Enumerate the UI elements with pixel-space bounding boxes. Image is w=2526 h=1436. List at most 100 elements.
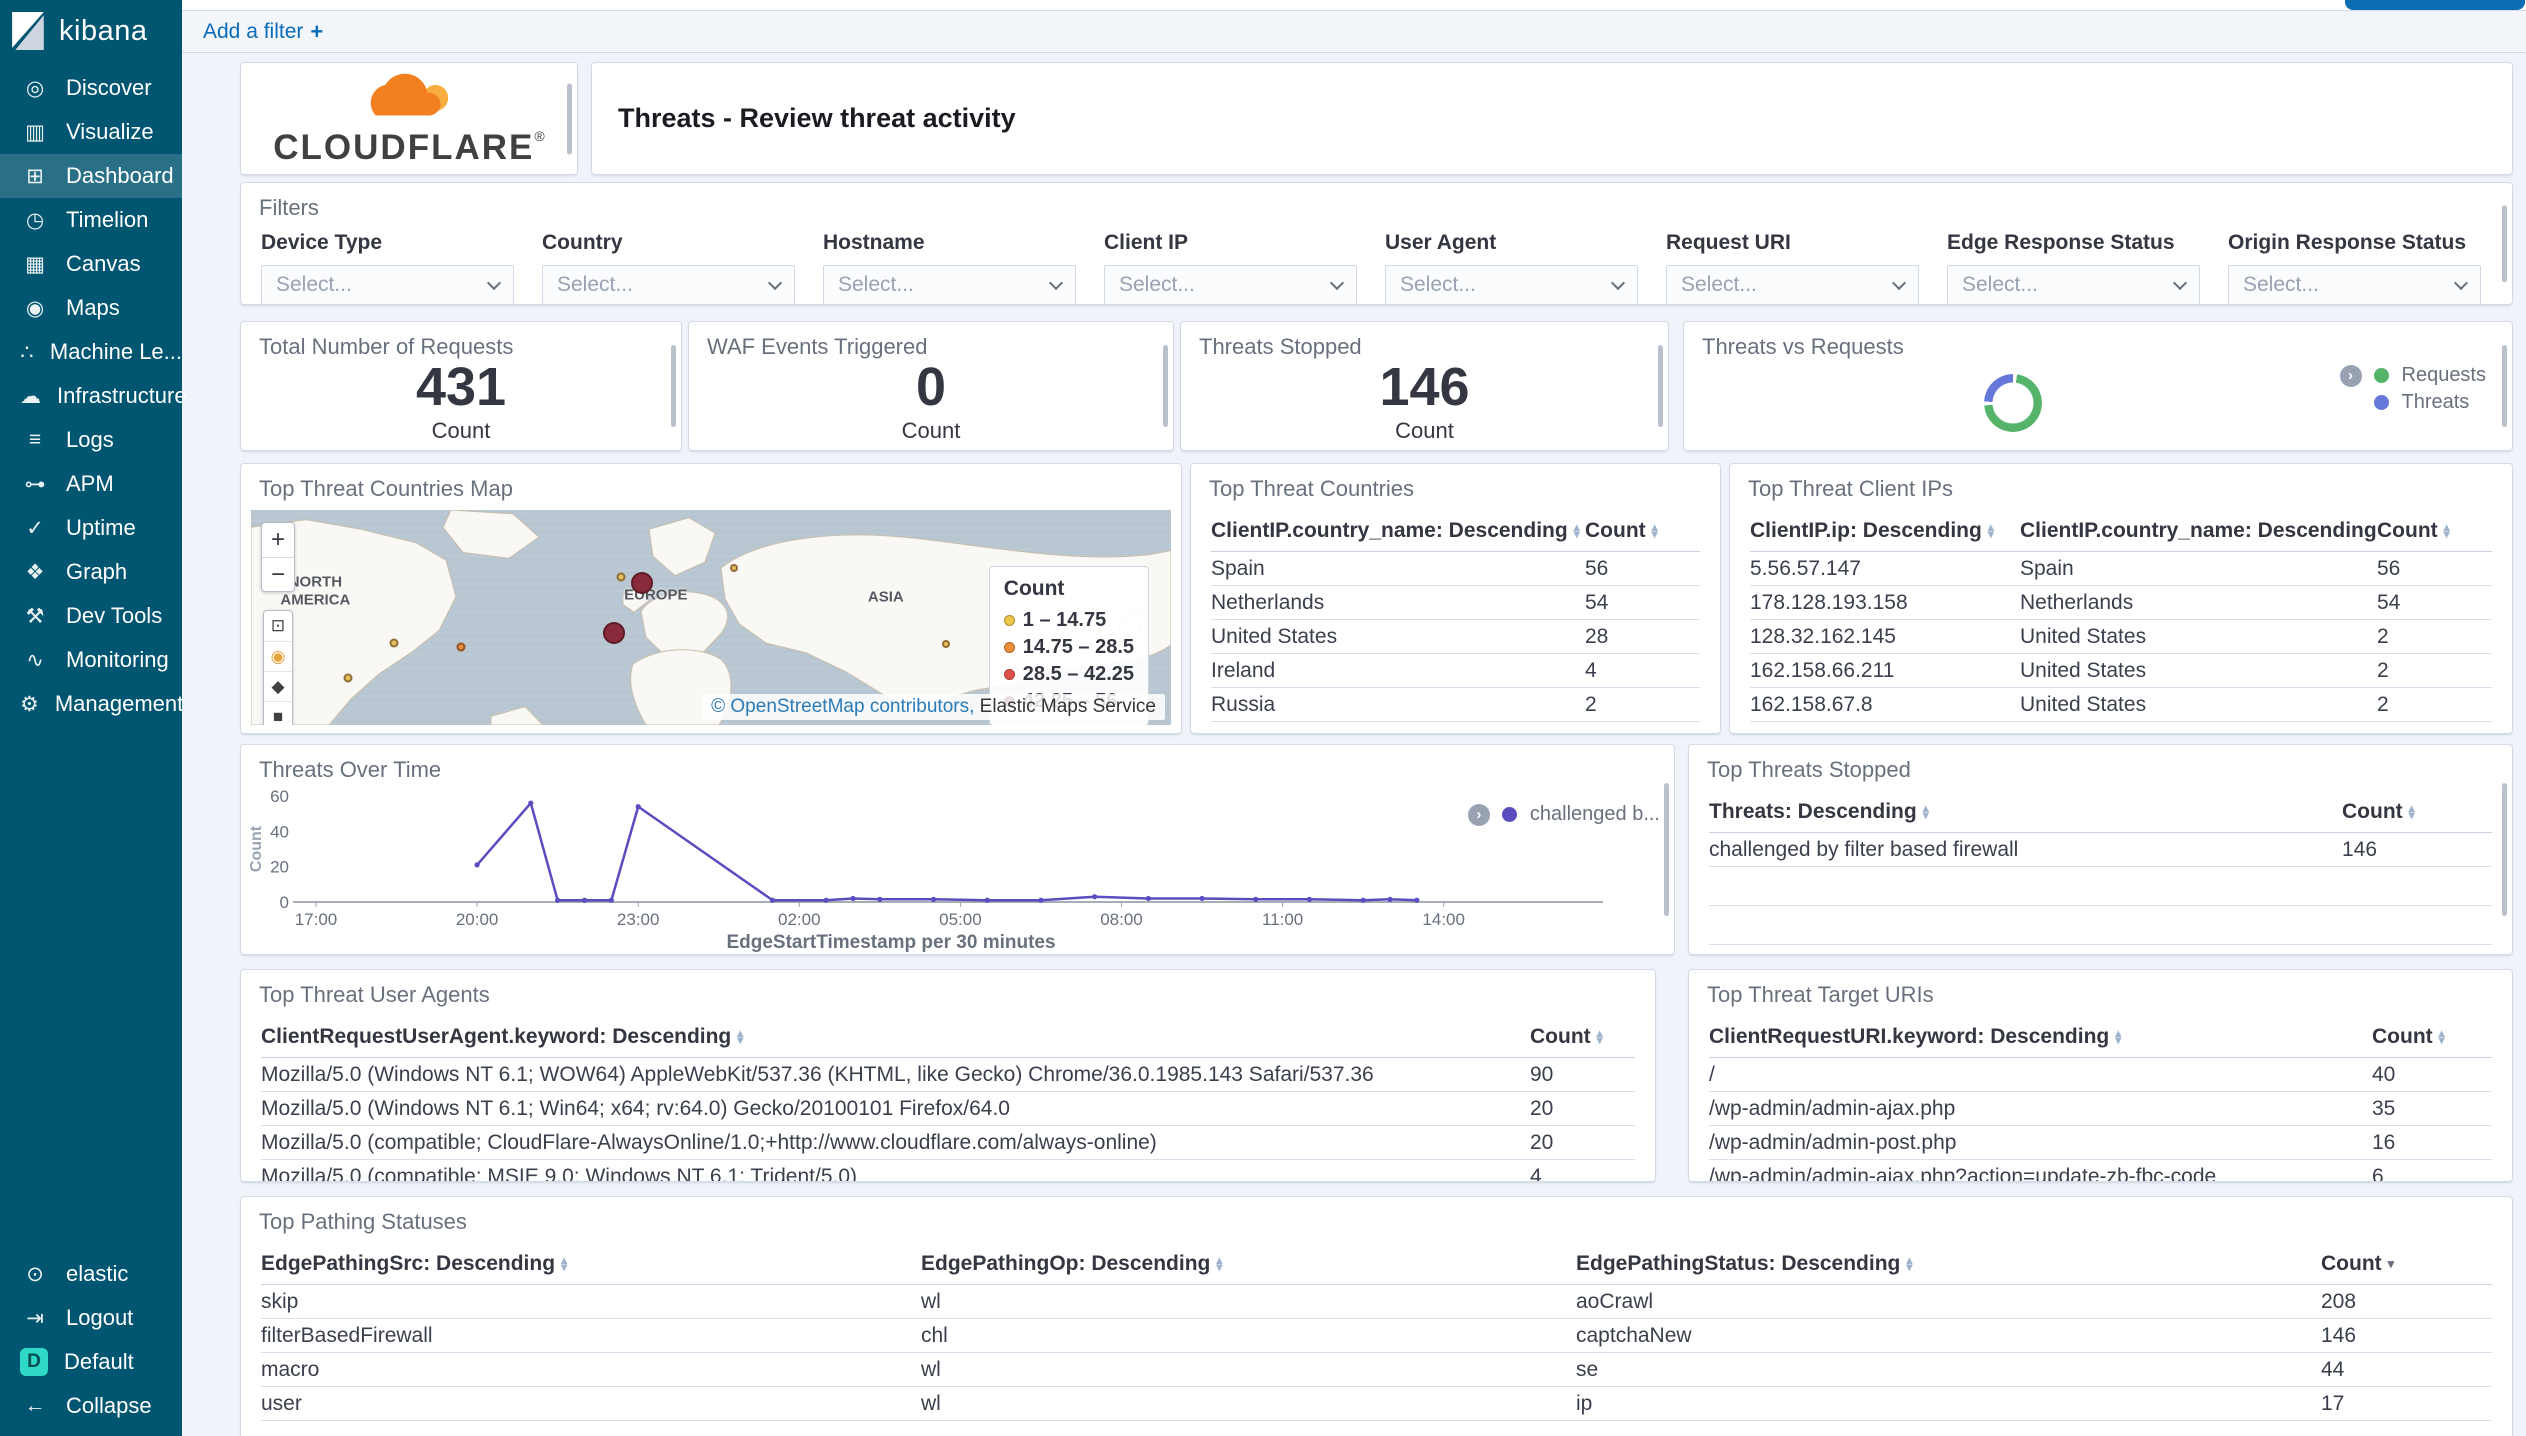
table-cell: /wp-admin/admin-ajax.php (1709, 1096, 1956, 1120)
column-header[interactable]: ClientIP.country_name: Descending▴▾ (1211, 519, 1585, 543)
select-placeholder: Select... (1681, 273, 1757, 296)
filters-panel: Filters Device Type Select... Country Selec… (240, 182, 2513, 305)
check-icon: ✓ (26, 516, 44, 540)
table-header-row: ClientIP.country_name: Descending ▴ ▾ Count… (1211, 510, 1700, 552)
map-data-marker[interactable] (730, 564, 738, 573)
add-filter-button[interactable]: Add a filter + (203, 19, 323, 45)
map-data-marker[interactable] (343, 673, 353, 683)
table-cell: 2 (1585, 692, 1597, 716)
column-header[interactable]: ClientRequestURI.keyword: Descending ▴ ▾ (1709, 1025, 2372, 1049)
column-header[interactable]: ClientRequestUserAgent.keyword: Descendi… (261, 1025, 1530, 1049)
column-header[interactable]: EdgePathingSrc: Descending ▴ ▾ (261, 1252, 921, 1276)
zoom-out-button[interactable]: − (262, 557, 294, 591)
table-cell: United States (2020, 658, 2147, 682)
map-data-marker[interactable] (603, 621, 626, 644)
sidebar-item-logs[interactable]: ≡ Logs (0, 418, 182, 462)
column-header[interactable]: Threats: Descending ▴ ▾ (1709, 800, 2342, 824)
top-threat-client-ips-panel: Top Threat Client IPs ClientIP.ip: Desce… (1729, 463, 2513, 734)
svg-text:Count: Count (248, 825, 265, 872)
map-data-marker[interactable] (389, 638, 399, 648)
legend-label[interactable]: Threats (2402, 391, 2487, 414)
panel-scrollbar[interactable] (2502, 782, 2507, 917)
bounds-tool-icon[interactable]: ⊡ (264, 611, 292, 641)
filter-select-user-agent[interactable]: Select... (1385, 265, 1638, 304)
column-header[interactable]: Count ▴ ▾ (2372, 1025, 2492, 1049)
rectangle-tool-icon[interactable]: ■ (264, 701, 292, 725)
map-data-marker[interactable] (456, 642, 466, 652)
filter-select-request-uri[interactable]: Select... (1666, 265, 1919, 304)
legend-expand-icon[interactable]: › (2339, 364, 2362, 387)
table-cell: United States (1211, 624, 1338, 648)
sidebar-item-canvas[interactable]: ▦ Canvas (0, 242, 182, 286)
clock-icon: ◷ (25, 208, 45, 232)
openstreetmap-link[interactable]: © OpenStreetMap contributors, (711, 696, 974, 717)
table-row: filterBasedFirewall chl captchaNew 146 (261, 1319, 2492, 1353)
table-cell: 90 (1530, 1062, 1554, 1086)
sidebar-item-uptime[interactable]: ✓ Uptime (0, 506, 182, 550)
column-header[interactable]: Count ▾ (2321, 1252, 2492, 1276)
map-canvas[interactable]: NORTH AMERICA EUROPE ASIA + − ⊡ ◉ ◆ ■ Count 1… (251, 510, 1171, 725)
filter-select-origin-response-status[interactable]: Select... (2228, 265, 2481, 304)
table-cell: Russia (1211, 692, 1276, 716)
empty-table-row (1709, 867, 2492, 906)
threats-vs-requests-donut[interactable] (1984, 374, 2042, 432)
sidebar-item-timelion[interactable]: ◷ Timelion (0, 198, 182, 242)
filter-select-client-ip[interactable]: Select... (1104, 265, 1357, 304)
kibana-logo[interactable]: kibana (0, 0, 182, 66)
sidebar-item-collapse[interactable]: ← Collapse (0, 1384, 182, 1428)
filter-select-edge-response-status[interactable]: Select... (1947, 265, 2200, 304)
filter-select-country[interactable]: Select... (542, 265, 795, 304)
cloudflare-wordmark: CLOUDFLARE (273, 127, 535, 167)
sidebar-item-dashboard[interactable]: ⊞ Dashboard (0, 154, 182, 198)
legend-expand-icon[interactable]: › (1467, 803, 1490, 826)
marker-tool-icon[interactable]: ◉ (264, 641, 292, 671)
legend-range-dot (1003, 615, 1015, 626)
filter-group-device-type: Device Type Select... (261, 231, 514, 304)
sidebar-item-apm[interactable]: ⊶ APM (0, 462, 182, 506)
panel-scrollbar[interactable] (1658, 345, 1663, 427)
sidebar-item-label: elastic (66, 1261, 129, 1286)
update-button-fragment[interactable] (2345, 0, 2525, 10)
legend-series-label[interactable]: challenged b... (1530, 803, 1660, 826)
filter-select-device-type[interactable]: Select... (261, 265, 514, 304)
sidebar-item-infrastructure[interactable]: ☁ Infrastructure (0, 374, 187, 418)
column-header[interactable]: Count ▴ ▾ (1530, 1025, 1635, 1049)
map-data-marker[interactable] (616, 572, 626, 582)
sidebar-item-monitoring[interactable]: ∿ Monitoring (0, 638, 182, 682)
map-data-marker[interactable] (941, 640, 950, 649)
legend-label[interactable]: Requests (2402, 364, 2487, 387)
column-header[interactable]: ClientIP.ip: Descending ▴ ▾ (1750, 519, 2020, 543)
table-cell: Mozilla/5.0 (compatible; MSIE 9.0; Windo… (261, 1164, 858, 1182)
sidebar-item-dev-tools[interactable]: ⚒ Dev Tools (0, 594, 182, 638)
column-header[interactable]: EdgePathingStatus: Descending ▴ ▾ (1576, 1252, 2321, 1276)
sidebar-item-machine-le[interactable]: ∴ Machine Le... (0, 330, 182, 374)
column-header[interactable]: ClientIP.country_name: Descending▴▾ (2020, 519, 2377, 543)
pathing-statuses-table: EdgePathingSrc: Descending ▴ ▾ EdgePathingO… (241, 1243, 2512, 1436)
sidebar-item-discover[interactable]: ◎ Discover (0, 66, 182, 110)
sidebar-item-logout[interactable]: ⇥ Logout (0, 1296, 182, 1340)
panel-scrollbar[interactable] (671, 345, 676, 427)
cloudflare-cloud-icon (370, 73, 449, 115)
column-header[interactable]: Count ▴ ▾ (2342, 800, 2492, 824)
sidebar-item-maps[interactable]: ◉ Maps (0, 286, 182, 330)
column-header[interactable]: Count ▴ ▾ (1585, 519, 1700, 543)
sidebar-item-visualize[interactable]: ▥ Visualize (0, 110, 182, 154)
svg-text:23:00: 23:00 (617, 910, 660, 929)
panel-scrollbar[interactable] (2502, 345, 2507, 427)
column-header[interactable]: EdgePathingOp: Descending ▴ ▾ (921, 1252, 1576, 1276)
metric-waf-events: WAF Events Triggered 0 Count (688, 321, 1174, 451)
panel-scrollbar[interactable] (1664, 782, 1669, 917)
filter-select-hostname[interactable]: Select... (823, 265, 1076, 304)
panel-scrollbar[interactable] (1163, 345, 1168, 427)
panel-scrollbar[interactable] (567, 82, 572, 155)
zoom-in-button[interactable]: + (262, 523, 294, 557)
column-header[interactable]: Count ▴ ▾ (2377, 519, 2492, 543)
sidebar-item-management[interactable]: ⚙ Management (0, 682, 183, 726)
threat-user-agents-table: ClientRequestUserAgent.keyword: Descendi… (241, 1016, 1655, 1182)
map-data-marker[interactable] (631, 572, 653, 595)
sidebar-item-graph[interactable]: ❖ Graph (0, 550, 182, 594)
panel-scrollbar[interactable] (2502, 204, 2507, 283)
polygon-tool-icon[interactable]: ◆ (264, 671, 292, 701)
sidebar-item-default[interactable]: D Default (0, 1340, 182, 1384)
sidebar-item-elastic[interactable]: ⊙ elastic (0, 1252, 182, 1296)
